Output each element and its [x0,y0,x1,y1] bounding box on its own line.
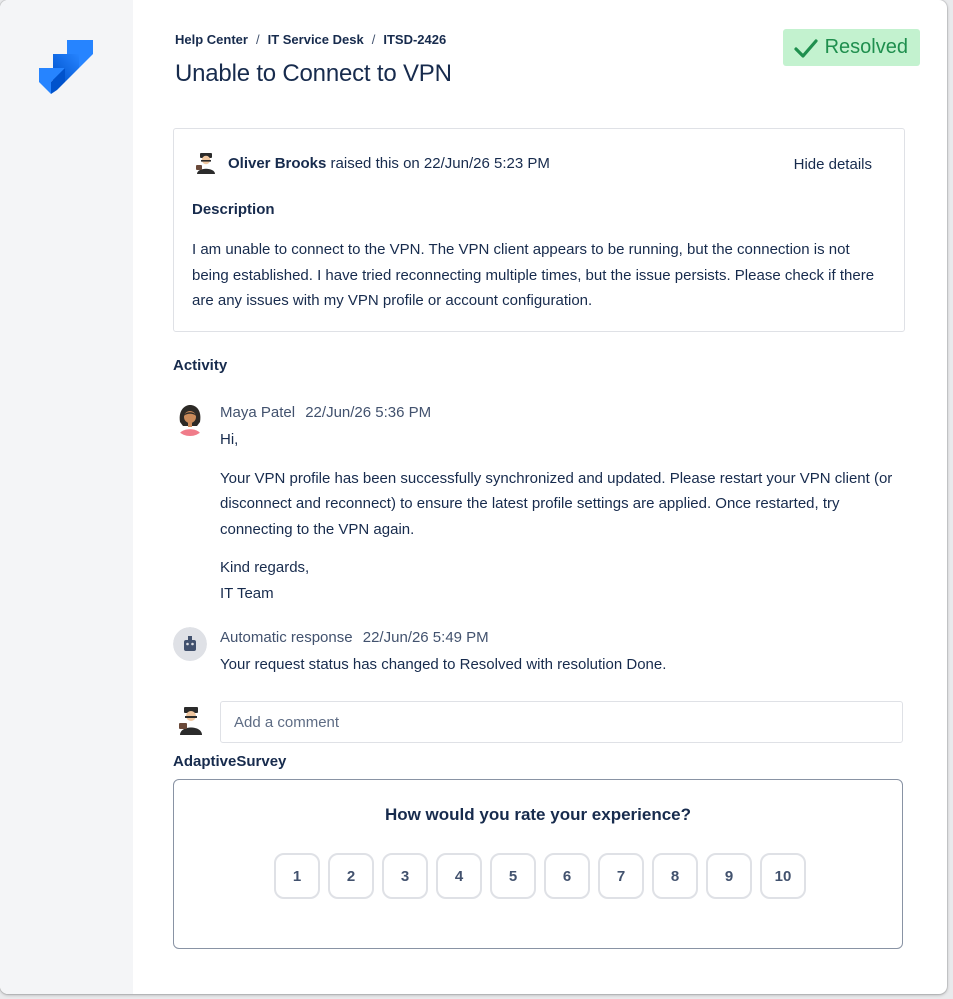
breadcrumb-help-center[interactable]: Help Center [175,32,248,47]
raised-info: raised this on 22/Jun/26 5:23 PM [330,154,550,172]
rating-button-6[interactable]: 6 [544,853,590,899]
description-heading: Description [192,201,275,218]
rating-button-9[interactable]: 9 [706,853,752,899]
status-label: Resolved [824,36,908,58]
page-title: Unable to Connect to VPN [175,60,452,87]
checkmark-icon [794,38,818,58]
activity-meta: Automatic response 22/Jun/26 5:49 PM [220,629,489,646]
comment-body: Hi, Your VPN profile has been successful… [220,427,900,606]
maya-patel-avatar [173,402,207,436]
rating-button-2[interactable]: 2 [328,853,374,899]
description-text: I am unable to connect to the VPN. The V… [192,241,875,309]
current-user-avatar [179,707,202,735]
automatic-response-timestamp: 22/Jun/26 5:49 PM [362,629,489,646]
automatic-response-text: Your request status has changed to Resol… [220,656,667,673]
rating-button-10[interactable]: 10 [760,853,806,899]
sidebar [0,0,133,994]
activity-heading: Activity [173,357,228,374]
rating-button-4[interactable]: 4 [436,853,482,899]
rating-button-3[interactable]: 3 [382,853,428,899]
app-window: Help Center / IT Service Desk / ITSD-242… [0,0,947,994]
survey-card: How would you rate your experience? 1 2 … [173,779,903,949]
breadcrumb: Help Center / IT Service Desk / ITSD-242… [175,32,446,47]
rating-button-5[interactable]: 5 [490,853,536,899]
rating-button-8[interactable]: 8 [652,853,698,899]
comment-greeting: Hi, [220,431,239,448]
comment-signature: IT Team [220,584,274,602]
robot-icon [173,627,207,661]
hide-details-button[interactable]: Hide details [794,156,872,173]
rating-scale: 1 2 3 4 5 6 7 8 9 10 [274,853,806,899]
breadcrumb-separator: / [371,32,376,47]
request-details-card: Oliver Brooks raised this on 22/Jun/26 5… [173,128,905,332]
comment-timestamp: 22/Jun/26 5:36 PM [305,404,432,421]
oliver-brooks-avatar [196,153,215,174]
breadcrumb-service-desk[interactable]: IT Service Desk [268,32,364,47]
comment-signoff: Kind regards, [220,559,310,576]
survey-heading: AdaptiveSurvey [173,753,287,770]
automatic-response-author: Automatic response [220,629,353,646]
add-comment-input[interactable] [220,701,903,743]
comment-author[interactable]: Maya Patel [220,404,295,421]
activity-meta: Maya Patel 22/Jun/26 5:36 PM [220,404,431,421]
main-content: Help Center / IT Service Desk / ITSD-242… [133,0,947,994]
survey-question: How would you rate your experience? [384,805,692,824]
raiser-line: Oliver Brooks raised this on 22/Jun/26 5… [194,151,550,175]
rating-button-1[interactable]: 1 [274,853,320,899]
comment-paragraph: Your VPN profile has been successfully s… [220,469,893,538]
automatic-response-body: Your request status has changed to Resol… [220,652,900,678]
rating-button-7[interactable]: 7 [598,853,644,899]
status-badge: Resolved [782,29,920,66]
jira-service-management-logo[interactable] [37,38,95,96]
raiser-name[interactable]: Oliver Brooks [228,155,326,172]
breadcrumb-separator: / [255,32,260,47]
breadcrumb-issue-key[interactable]: ITSD-2426 [383,32,446,47]
